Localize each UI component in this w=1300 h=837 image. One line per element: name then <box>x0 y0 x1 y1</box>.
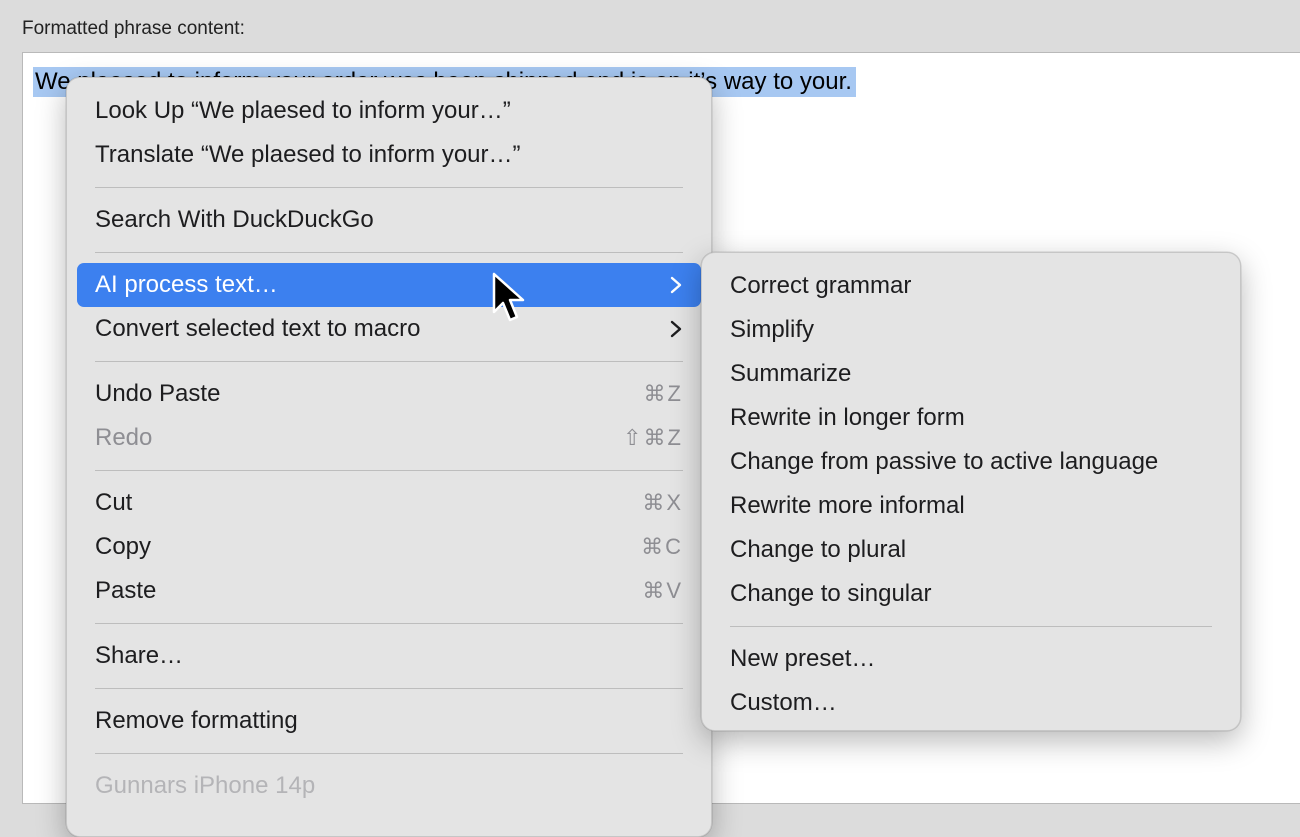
menu-item-copy[interactable]: Copy ⌘C <box>77 525 701 569</box>
menu-item-label: Convert selected text to macro <box>95 315 421 342</box>
menu-separator <box>730 626 1212 627</box>
shortcut-label: ⌘C <box>641 534 683 559</box>
field-label: Formatted phrase content: <box>22 18 245 39</box>
submenu-item-rewrite-longer[interactable]: Rewrite in longer form <box>712 396 1230 440</box>
menu-separator <box>95 187 683 188</box>
shortcut-label: ⌘X <box>642 490 683 515</box>
submenu-item-more-informal[interactable]: Rewrite more informal <box>712 484 1230 528</box>
menu-separator <box>95 623 683 624</box>
submenu-item-label: Change to plural <box>730 536 907 563</box>
menu-item-label: Remove formatting <box>95 707 298 734</box>
menu-item-convert-macro[interactable]: Convert selected text to macro <box>77 307 701 351</box>
shortcut-label: ⌘Z <box>643 381 683 406</box>
submenu-item-summarize[interactable]: Summarize <box>712 352 1230 396</box>
submenu-item-singular[interactable]: Change to singular <box>712 572 1230 616</box>
shortcut-label: ⌘V <box>642 578 683 603</box>
menu-item-label: AI process text… <box>95 271 278 298</box>
menu-separator <box>95 688 683 689</box>
menu-item-label: Share… <box>95 642 184 669</box>
menu-item-undo-paste[interactable]: Undo Paste ⌘Z <box>77 372 701 416</box>
submenu-item-label: Rewrite in longer form <box>730 404 965 431</box>
submenu-item-label: New preset… <box>730 645 876 672</box>
menu-item-label: Look Up “We plaesed to inform your…” <box>95 97 511 124</box>
submenu-item-plural[interactable]: Change to plural <box>712 528 1230 572</box>
menu-separator <box>95 361 683 362</box>
menu-item-label: Copy <box>95 533 152 560</box>
chevron-right-icon <box>670 276 682 294</box>
menu-item-look-up[interactable]: Look Up “We plaesed to inform your…” <box>77 89 701 133</box>
menu-item-translate[interactable]: Translate “We plaesed to inform your…” <box>77 133 701 177</box>
menu-item-paste[interactable]: Paste ⌘V <box>77 569 701 613</box>
submenu-item-label: Correct grammar <box>730 272 912 299</box>
ai-submenu: Correct grammar Simplify Summarize Rewri… <box>701 252 1241 731</box>
submenu-item-label: Change from passive to active language <box>730 448 1159 475</box>
menu-item-search-with[interactable]: Search With DuckDuckGo <box>77 198 701 242</box>
menu-item-label: Translate “We plaesed to inform your…” <box>95 141 521 168</box>
submenu-item-new-preset[interactable]: New preset… <box>712 637 1230 681</box>
menu-item-label: Undo Paste <box>95 380 221 407</box>
submenu-item-passive-to-active[interactable]: Change from passive to active language <box>712 440 1230 484</box>
menu-item-ai-process[interactable]: AI process text… <box>77 263 701 307</box>
menu-separator <box>95 252 683 253</box>
context-menu: Look Up “We plaesed to inform your…” Tra… <box>66 77 712 837</box>
menu-item-device: Gunnars iPhone 14p <box>77 764 701 808</box>
submenu-item-label: Simplify <box>730 316 815 343</box>
menu-item-redo: Redo ⇧⌘Z <box>77 416 701 460</box>
menu-separator <box>95 753 683 754</box>
submenu-item-label: Rewrite more informal <box>730 492 965 519</box>
menu-separator <box>95 470 683 471</box>
submenu-item-label: Summarize <box>730 360 852 387</box>
menu-item-label: Redo <box>95 424 153 451</box>
menu-item-label: Search With DuckDuckGo <box>95 206 374 233</box>
menu-item-remove-formatting[interactable]: Remove formatting <box>77 699 701 743</box>
submenu-item-label: Custom… <box>730 689 837 716</box>
chevron-right-icon <box>670 320 682 338</box>
menu-item-label: Cut <box>95 489 133 516</box>
arrow-cursor-icon <box>492 272 525 322</box>
menu-item-share[interactable]: Share… <box>77 634 701 678</box>
submenu-item-custom[interactable]: Custom… <box>712 681 1230 725</box>
shortcut-label: ⇧⌘Z <box>623 425 683 450</box>
submenu-item-label: Change to singular <box>730 580 932 607</box>
submenu-item-simplify[interactable]: Simplify <box>712 308 1230 352</box>
menu-item-label: Paste <box>95 577 157 604</box>
menu-item-label: Gunnars iPhone 14p <box>95 772 316 799</box>
menu-item-cut[interactable]: Cut ⌘X <box>77 481 701 525</box>
submenu-item-correct-grammar[interactable]: Correct grammar <box>712 264 1230 308</box>
